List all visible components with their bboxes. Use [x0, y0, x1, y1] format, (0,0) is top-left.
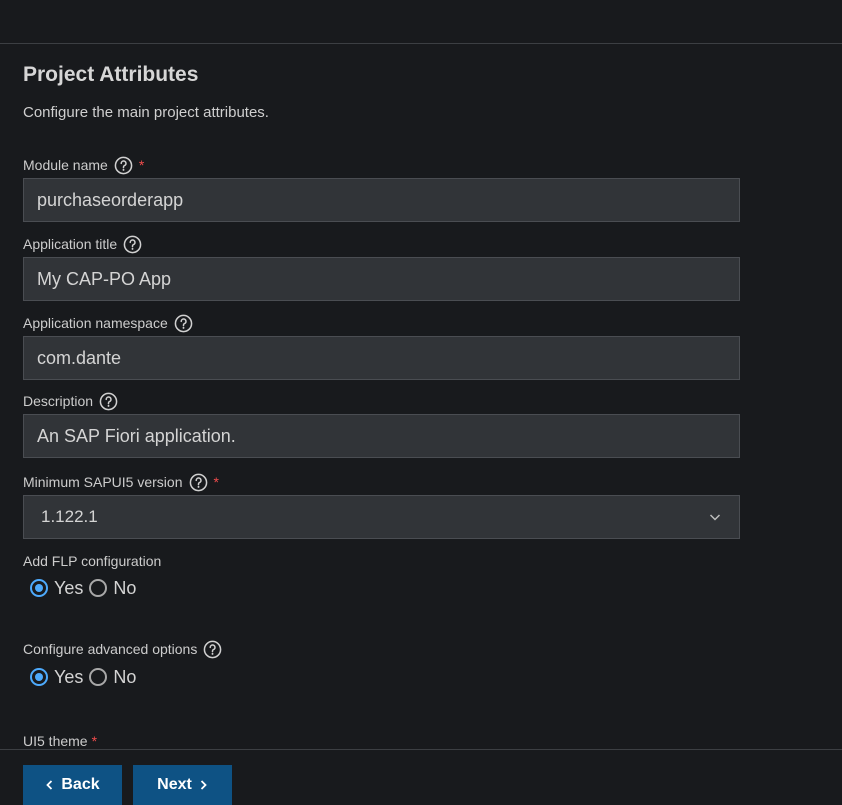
- advanced-options-label: Configure advanced options: [23, 639, 222, 659]
- next-button-label: Next: [157, 776, 192, 793]
- back-button-label: Back: [61, 776, 100, 793]
- app-namespace-input[interactable]: com.dante: [23, 336, 740, 380]
- back-button[interactable]: Back: [23, 765, 122, 805]
- required-marker: *: [138, 157, 145, 173]
- help-icon[interactable]: [99, 392, 118, 411]
- min-ui5-select[interactable]: 1.122.1: [23, 495, 740, 539]
- flp-config-label-text: Add FLP configuration: [23, 553, 162, 569]
- flp-yes-radio[interactable]: [30, 579, 48, 597]
- app-namespace-label-text: Application namespace: [23, 315, 168, 331]
- chevron-left-icon: [46, 780, 53, 790]
- module-name-input[interactable]: purchaseorderapp: [23, 178, 740, 222]
- ui5-theme-label-text: UI5 theme: [23, 733, 88, 749]
- chevron-down-icon: [709, 514, 721, 521]
- app-namespace-label: Application namespace: [23, 313, 193, 333]
- advanced-options-label-text: Configure advanced options: [23, 641, 198, 657]
- help-icon[interactable]: [114, 156, 133, 175]
- next-button[interactable]: Next: [133, 765, 232, 805]
- page-subtitle: Configure the main project attributes.: [23, 104, 269, 121]
- help-icon[interactable]: [123, 235, 142, 254]
- required-marker: *: [91, 733, 98, 749]
- advanced-yes-radio[interactable]: [30, 668, 48, 686]
- flp-no-label[interactable]: No: [113, 578, 136, 599]
- advanced-no-label[interactable]: No: [113, 667, 136, 688]
- required-marker: *: [213, 474, 219, 490]
- flp-config-radio-group: Yes No: [30, 577, 142, 599]
- ui5-theme-label: UI5 theme *: [23, 731, 97, 751]
- module-name-value: purchaseorderapp: [37, 189, 184, 210]
- description-label: Description: [23, 391, 118, 411]
- help-icon[interactable]: [203, 640, 222, 659]
- advanced-no-radio[interactable]: [89, 668, 108, 686]
- min-ui5-value: 1.122.1: [41, 507, 98, 526]
- app-title-label-text: Application title: [23, 236, 118, 252]
- min-ui5-label-text: Minimum SAPUI5 version: [23, 474, 183, 490]
- description-value: An SAP Fiori application.: [37, 425, 236, 446]
- app-title-label: Application title: [23, 234, 142, 254]
- flp-config-label: Add FLP configuration: [23, 551, 161, 571]
- page-title: Project Attributes: [23, 63, 199, 86]
- app-title-input[interactable]: My CAP-PO App: [23, 257, 740, 301]
- module-name-label: Module name *: [23, 155, 144, 175]
- help-icon[interactable]: [189, 473, 208, 492]
- min-ui5-label: Minimum SAPUI5 version *: [23, 472, 219, 492]
- advanced-options-radio-group: Yes No: [30, 666, 142, 688]
- app-title-value: My CAP-PO App: [37, 268, 172, 289]
- chevron-right-icon: [200, 780, 207, 790]
- footer-divider: [0, 749, 842, 750]
- description-input[interactable]: An SAP Fiori application.: [23, 414, 740, 458]
- flp-no-radio[interactable]: [89, 579, 108, 597]
- advanced-yes-label[interactable]: Yes: [54, 667, 83, 688]
- top-bar: [0, 0, 842, 44]
- help-icon[interactable]: [174, 314, 193, 333]
- app-namespace-value: com.dante: [37, 347, 122, 368]
- flp-yes-label[interactable]: Yes: [54, 578, 83, 599]
- description-label-text: Description: [23, 393, 94, 409]
- module-name-label-text: Module name: [23, 157, 108, 173]
